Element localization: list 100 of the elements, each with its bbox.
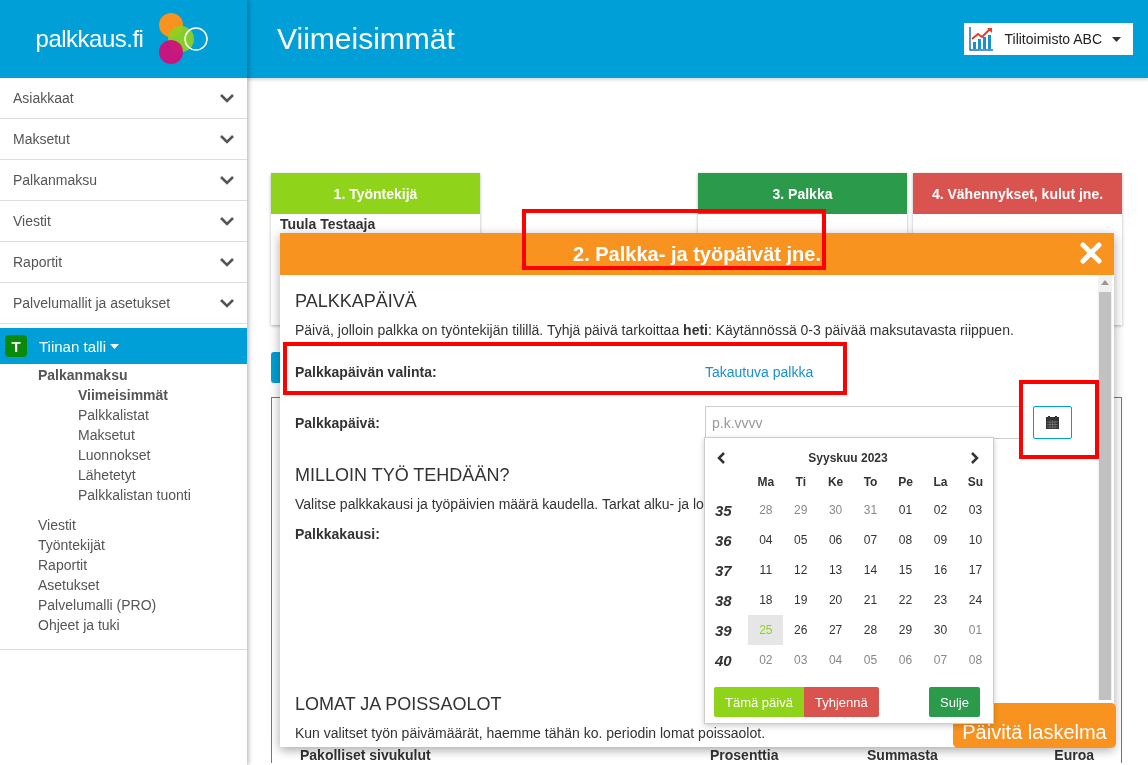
day-cell[interactable]: 01 xyxy=(957,615,993,645)
day-cell[interactable]: 19 xyxy=(783,585,819,615)
nav-item[interactable]: Palkanmaksu xyxy=(0,160,247,201)
submenu-link[interactable]: Palkkalistan tuonti xyxy=(78,485,191,505)
weekday-label: To xyxy=(862,474,879,491)
day-cell[interactable]: 03 xyxy=(957,495,993,525)
weekday-label: Ti xyxy=(794,474,807,491)
day-cell[interactable]: 07 xyxy=(922,645,958,675)
day-cell[interactable]: 09 xyxy=(922,525,958,555)
month-title[interactable]: Syyskuu 2023 xyxy=(808,451,888,465)
chevron-down-icon xyxy=(220,93,234,103)
day-cell[interactable]: 12 xyxy=(783,555,819,585)
next-month-icon[interactable] xyxy=(971,452,979,464)
step-header[interactable]: 3. Palkka xyxy=(698,173,907,214)
day-cell[interactable]: 23 xyxy=(922,585,958,615)
day-cell[interactable]: 28 xyxy=(748,495,784,525)
day-cell[interactable]: 08 xyxy=(888,525,923,555)
day-cell[interactable]: 03 xyxy=(783,645,819,675)
company-name: Tiinan talli xyxy=(39,337,106,355)
calendar-button[interactable] xyxy=(1033,406,1072,439)
close-button[interactable]: Sulje xyxy=(929,687,980,717)
day-cell[interactable]: 30 xyxy=(922,615,958,645)
week-number: 40 xyxy=(709,645,749,675)
weekday-label: Ma xyxy=(756,474,776,491)
week-number: 37 xyxy=(714,560,733,581)
field-label: Palkkakausi: xyxy=(295,526,380,542)
day-cell[interactable]: 04 xyxy=(818,645,854,675)
day-cell[interactable]: 31 xyxy=(853,495,888,525)
scroll-up-icon[interactable] xyxy=(1101,280,1109,285)
day-cell[interactable]: 07 xyxy=(853,525,888,555)
day-cell[interactable]: 04 xyxy=(748,525,784,555)
weekday-label: La xyxy=(932,474,949,491)
day-cell[interactable]: 10 xyxy=(957,525,993,555)
help-text: Valitse palkkakausi ja työpäivien määrä kaudella. Tarkat alku- ja lo xyxy=(295,496,704,512)
help-text: Päivä, jolloin palkka on työntekijän tilillä. Tyhjä päivä tarkoittaa heti: Käytännössä 0-3 päivää maksutavasta riippuen. xyxy=(295,322,1014,338)
clear-button[interactable]: Tyhjennä xyxy=(803,687,879,717)
day-cell[interactable]: 17 xyxy=(957,555,993,585)
section-heading: MILLOIN TYÖ TEHDÄÄN? xyxy=(295,465,510,486)
day-cell[interactable]: 11 xyxy=(748,555,784,585)
week-number: 38 xyxy=(709,585,749,615)
day-cell[interactable]: 27 xyxy=(818,615,854,645)
nav-item[interactable]: Asiakkaat xyxy=(0,78,247,119)
column-header: Prosenttia xyxy=(710,747,779,763)
day-cell[interactable]: 13 xyxy=(818,555,854,585)
day-cell[interactable]: 01 xyxy=(888,495,923,525)
scrollbar[interactable] xyxy=(1098,275,1112,700)
modal-title: 2. Palkka- ja työpäivät jne. xyxy=(573,242,821,266)
day-cell[interactable]: 02 xyxy=(922,495,958,525)
chevron-down-icon xyxy=(220,175,234,185)
chevron-down-icon xyxy=(220,298,234,308)
tab-button[interactable] xyxy=(271,352,280,383)
previous-month-icon[interactable] xyxy=(717,452,725,464)
day-cell[interactable]: 22 xyxy=(888,585,923,615)
menu-link[interactable]: Viestit xyxy=(38,515,76,535)
submenu-link[interactable]: Lähetetyt xyxy=(78,465,136,485)
day-cell[interactable]: 28 xyxy=(853,615,888,645)
day-cell[interactable]: 29 xyxy=(783,495,819,525)
day-cell[interactable]: 05 xyxy=(783,525,819,555)
submenu-link[interactable]: Luonnokset xyxy=(78,445,151,465)
submenu-link[interactable]: Viimeisimmät xyxy=(78,385,168,405)
menu-link[interactable]: Asetukset xyxy=(38,575,100,595)
day-cell[interactable]: 30 xyxy=(818,495,854,525)
date-field[interactable]: p.k.vvvv xyxy=(705,406,1021,439)
nav-item[interactable]: Raportit xyxy=(0,242,247,283)
step-header[interactable]: 4. Vähennykset, kulut jne. xyxy=(913,173,1122,214)
menu-link[interactable]: Raportit xyxy=(38,555,88,575)
account-menu[interactable]: Tilitoimisto ABC xyxy=(964,23,1133,55)
submenu-link[interactable]: Maksetut xyxy=(78,425,135,445)
day-cell[interactable]: 26 xyxy=(783,615,819,645)
weekday-label: Su xyxy=(966,474,985,491)
day-cell[interactable]: 15 xyxy=(888,555,923,585)
day-cell[interactable]: 06 xyxy=(888,645,923,675)
link[interactable]: Takautuva palkka xyxy=(705,364,814,380)
day-cell[interactable]: 18 xyxy=(748,585,784,615)
calendar-icon xyxy=(1046,416,1059,429)
column-header: Pakolliset sivukulut xyxy=(300,747,431,763)
week-number: 36 xyxy=(714,530,733,551)
submenu-link[interactable]: Palkkalistat xyxy=(78,405,149,425)
nav-item[interactable]: Maksetut xyxy=(0,119,247,160)
weekday-label: Pe xyxy=(897,474,914,491)
nav-item[interactable]: Viestit xyxy=(0,201,247,242)
menu-link[interactable]: Ohjeet ja tuki xyxy=(38,615,120,635)
day-cell[interactable]: 14 xyxy=(853,555,888,585)
menu-link[interactable]: Työntekijät xyxy=(38,535,105,555)
nav-item[interactable]: Palvelumallit ja asetukset xyxy=(0,283,247,324)
column-header: Euroa xyxy=(1054,747,1094,763)
menu-section[interactable]: Palkanmaksu xyxy=(38,366,128,385)
day-cell[interactable]: 21 xyxy=(853,585,888,615)
company-item[interactable]: T Tiinan talli xyxy=(0,328,247,364)
day-cell[interactable]: 24 xyxy=(957,585,993,615)
day-cell[interactable]: 06 xyxy=(818,525,854,555)
day-cell[interactable]: 20 xyxy=(818,585,854,615)
day-cell[interactable]: 05 xyxy=(853,645,888,675)
day-cell[interactable]: 02 xyxy=(748,645,784,675)
close-icon[interactable] xyxy=(1080,242,1102,264)
menu-link[interactable]: Palvelumalli (PRO) xyxy=(38,595,157,615)
day-cell[interactable]: 08 xyxy=(957,645,993,675)
day-cell[interactable]: 29 xyxy=(888,615,923,645)
day-cell[interactable]: 16 xyxy=(922,555,958,585)
week-number: 39 xyxy=(709,615,749,645)
